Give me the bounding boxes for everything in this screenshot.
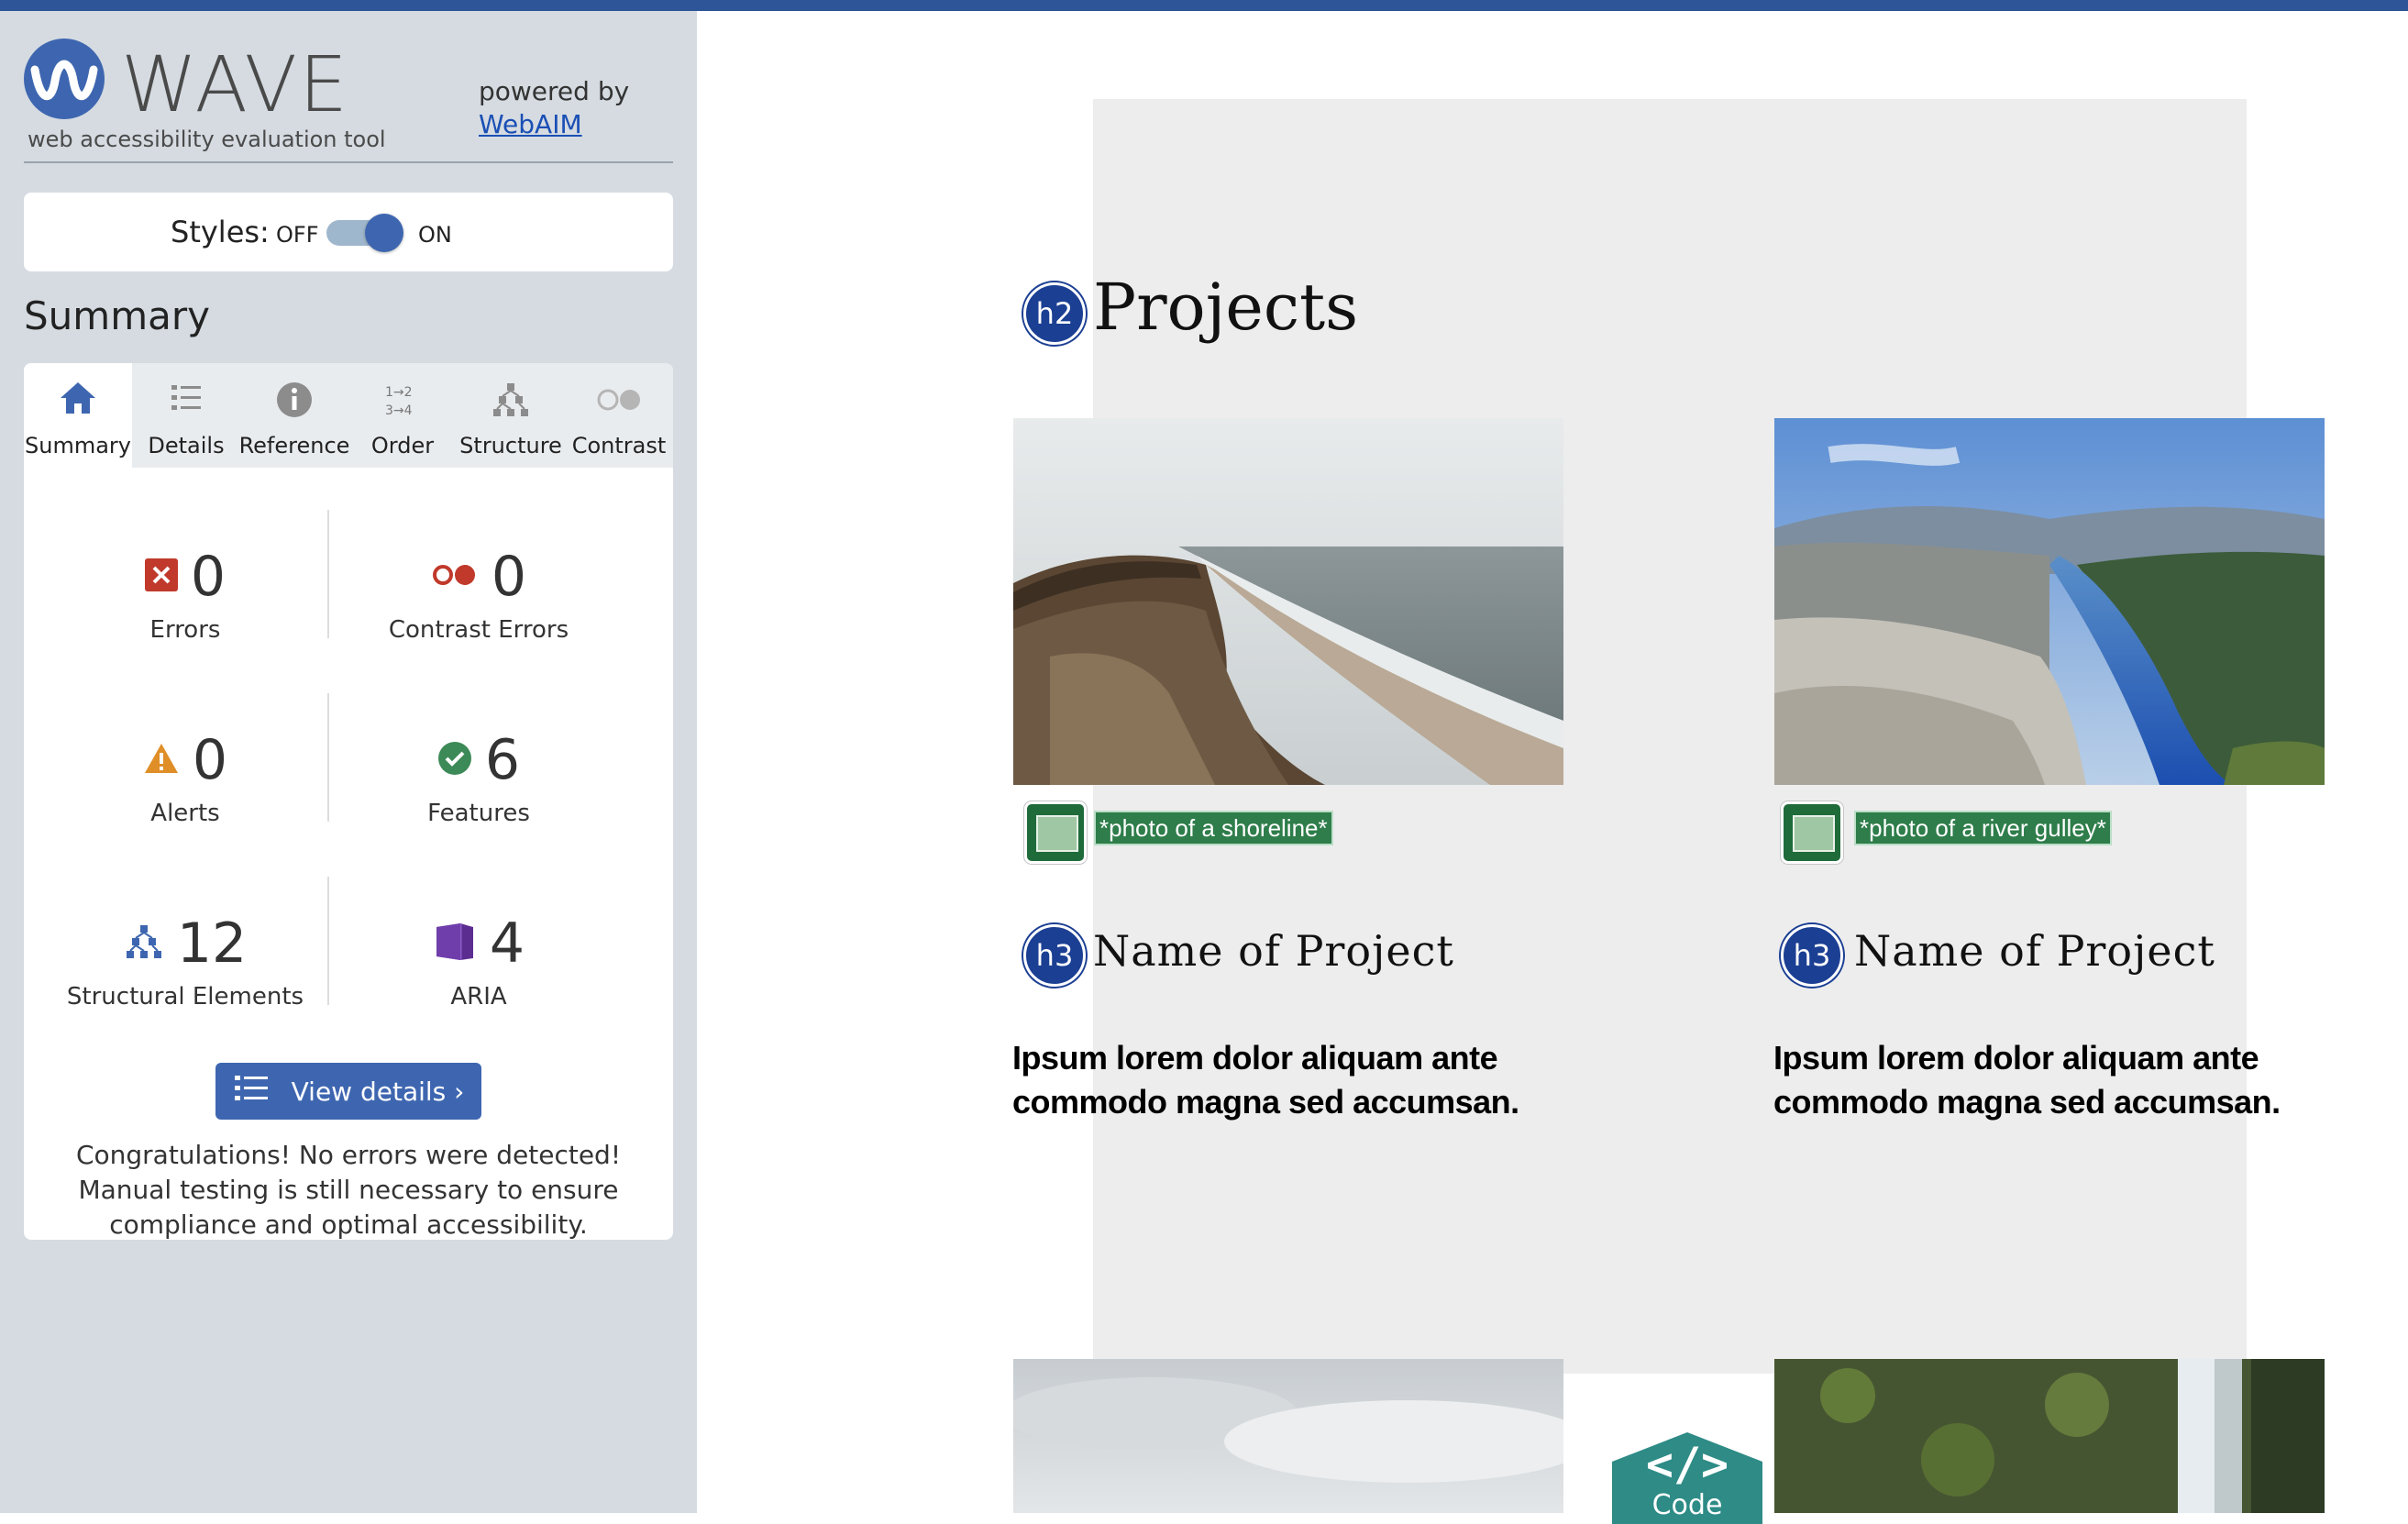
contrast-errors-count: 0 xyxy=(491,545,527,609)
waterfall-photo xyxy=(1774,1359,2325,1513)
stat-errors[interactable]: 0 Errors xyxy=(39,543,332,644)
tab-structure[interactable]: Structure xyxy=(457,363,565,468)
list-icon xyxy=(132,380,240,422)
image-alt-badge[interactable] xyxy=(1781,801,1843,864)
view-details-button[interactable]: View details › xyxy=(215,1063,481,1120)
view-details-label: View details › xyxy=(291,1076,465,1107)
alerts-label: Alerts xyxy=(150,800,220,827)
wave-brand: WAVE xyxy=(121,39,350,129)
wave-subtitle: web accessibility evaluation tool xyxy=(28,127,386,152)
h3-heading-badge[interactable]: h3 xyxy=(1023,924,1086,987)
stat-structural[interactable]: 12 Structural Elements xyxy=(39,910,332,1010)
stat-contrast-errors[interactable]: 0 Contrast Errors xyxy=(332,543,625,644)
project-description: Ipsum lorem dolor aliquam ante commodo m… xyxy=(1773,1039,2281,1121)
features-count: 6 xyxy=(484,728,521,792)
tab-order[interactable]: 1→2 3→4 Order xyxy=(348,363,457,468)
structural-label: Structural Elements xyxy=(66,983,304,1010)
structure-icon xyxy=(457,380,565,422)
congratulations-message: Congratulations! No errors were detected… xyxy=(75,1140,622,1240)
webaim-link[interactable]: WebAIM xyxy=(479,108,629,141)
svg-text:3→4: 3→4 xyxy=(385,403,413,418)
alt-text-label: *photo of a river gulley* xyxy=(1854,811,2112,845)
structural-count: 12 xyxy=(176,911,248,976)
image-alt-badge[interactable] xyxy=(1024,801,1087,864)
styles-label: Styles: xyxy=(171,215,270,249)
errors-count: 0 xyxy=(190,545,226,609)
summary-heading: Summary xyxy=(24,293,210,338)
contrast-errors-label: Contrast Errors xyxy=(388,616,569,644)
code-icon: </> xyxy=(1645,1438,1729,1491)
styles-toggle-box: Styles: OFF ON xyxy=(24,193,673,271)
divider xyxy=(24,161,673,163)
alt-text-label: *photo of a shoreline* xyxy=(1094,811,1333,845)
home-icon xyxy=(24,380,132,422)
powered-by: powered by WebAIM xyxy=(479,75,629,141)
wave-tabs: Summary Details Reference 1→23→4 Order xyxy=(24,363,673,468)
styles-off-label: OFF xyxy=(276,222,319,248)
contrast-icon xyxy=(565,380,673,422)
project-name: Name of Project xyxy=(1093,926,1454,976)
styles-toggle-knob[interactable] xyxy=(365,214,403,252)
aria-icon xyxy=(433,922,477,966)
info-icon xyxy=(240,380,348,422)
page-content: h2 Projects *photo of a shoreline* h3 Na… xyxy=(697,11,2408,1524)
tab-label: Contrast xyxy=(571,433,667,458)
aria-count: 4 xyxy=(489,911,525,976)
aria-label: ARIA xyxy=(450,983,507,1010)
cloudy-sky-photo xyxy=(1013,1359,1563,1513)
h2-heading-badge[interactable]: h2 xyxy=(1023,282,1086,345)
error-icon xyxy=(144,558,178,595)
stat-features[interactable]: 6 Features xyxy=(332,726,625,827)
projects-heading: Projects xyxy=(1093,270,1359,345)
features-label: Features xyxy=(427,800,530,827)
river-gulley-photo xyxy=(1774,418,2325,785)
stat-alerts[interactable]: 0 Alerts xyxy=(39,726,332,827)
project-description: Ipsum lorem dolor aliquam ante commodo m… xyxy=(1012,1039,1519,1121)
alerts-count: 0 xyxy=(192,728,228,792)
tab-summary[interactable]: Summary xyxy=(24,363,132,468)
svg-text:1→2: 1→2 xyxy=(385,385,413,400)
summary-panel: Summary Details Reference 1→23→4 Order xyxy=(24,363,673,1240)
tab-details[interactable]: Details xyxy=(132,363,240,468)
alert-icon xyxy=(143,742,180,779)
structure-icon xyxy=(124,923,164,964)
list-icon xyxy=(233,1074,270,1110)
project-name: Name of Project xyxy=(1854,926,2215,976)
code-toggle-button[interactable]: </> Code xyxy=(1603,1430,1772,1524)
code-label: Code xyxy=(1651,1489,1723,1521)
top-accent-bar xyxy=(0,0,2408,11)
powered-by-text: powered by xyxy=(479,76,630,106)
order-icon: 1→2 3→4 xyxy=(348,380,457,422)
tab-reference[interactable]: Reference xyxy=(239,363,349,468)
styles-on-label: ON xyxy=(418,222,452,248)
tab-contrast[interactable]: Contrast xyxy=(565,363,673,468)
feature-check-icon xyxy=(437,741,472,779)
h3-heading-badge[interactable]: h3 xyxy=(1781,924,1843,987)
wave-logo-icon xyxy=(24,39,105,119)
errors-label: Errors xyxy=(149,616,221,644)
shoreline-photo xyxy=(1013,418,1563,785)
stat-aria[interactable]: 4 ARIA xyxy=(332,910,625,1010)
contrast-error-icon xyxy=(431,561,479,592)
wave-sidebar: WAVE web accessibility evaluation tool p… xyxy=(0,11,697,1513)
